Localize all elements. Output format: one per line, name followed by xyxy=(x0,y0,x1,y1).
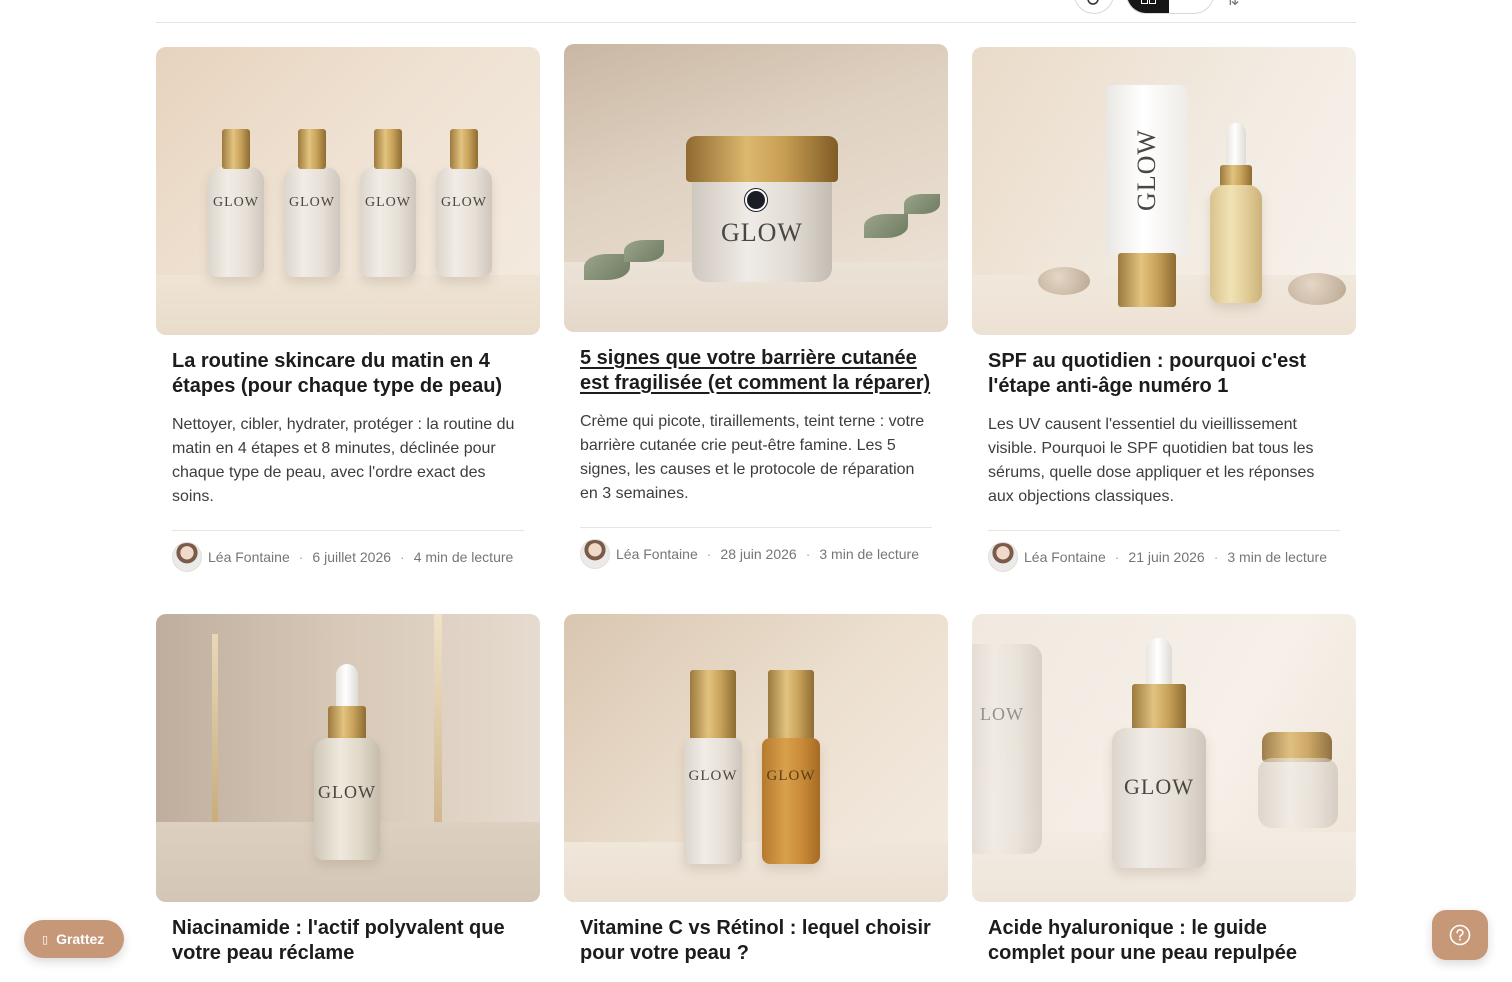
search-button[interactable] xyxy=(1074,0,1114,14)
article-meta: Léa Fontaine · 6 juillet 2026 · 4 min de… xyxy=(172,530,524,572)
article-card[interactable]: GLOW GLOW Vitamine C vs Rétinol : lequel… xyxy=(564,614,948,966)
article-title[interactable]: 5 signes que votre barrière cutanée est … xyxy=(580,346,932,396)
article-image[interactable]: GLOW xyxy=(972,47,1356,335)
article-image[interactable]: GLOW xyxy=(564,44,948,332)
author-name: Léa Fontaine xyxy=(1024,549,1106,565)
help-button[interactable] xyxy=(1432,910,1488,960)
article-date: 6 juillet 2026 xyxy=(312,549,392,565)
help-icon xyxy=(1449,924,1471,946)
article-card[interactable]: GLOW SPF au quotidien : pourquoi c'est l… xyxy=(972,47,1356,572)
article-meta: Léa Fontaine · 28 juin 2026 · 3 min de l… xyxy=(580,527,932,569)
article-date: 21 juin 2026 xyxy=(1128,549,1205,565)
read-time: 3 min de lecture xyxy=(819,546,919,562)
grattez-label: Grattez xyxy=(56,931,105,947)
list-view-button[interactable] xyxy=(1169,0,1213,13)
article-excerpt: Nettoyer, cibler, hydrater, protéger : l… xyxy=(172,416,515,505)
cursor-pointer xyxy=(745,189,767,211)
article-meta: Léa Fontaine · 21 juin 2026 · 3 min de l… xyxy=(988,530,1340,572)
article-card[interactable]: GLOW GLOW GLOW GLOW La routine skincare … xyxy=(156,47,540,572)
sort-icon[interactable]: ⇅ xyxy=(1226,0,1239,10)
article-title[interactable]: Acide hyaluronique : le guide complet po… xyxy=(988,916,1340,966)
article-card[interactable]: GLOW Niacinamide : l'actif polyvalent qu… xyxy=(156,614,540,966)
grid-view-icon xyxy=(1141,0,1148,4)
grid-view-icon xyxy=(1149,0,1156,4)
author-name: Léa Fontaine xyxy=(616,546,698,562)
view-toggle xyxy=(1126,0,1214,14)
author-avatar xyxy=(172,542,202,572)
toolbar: ⇅ xyxy=(156,0,1356,23)
article-card[interactable]: LOW GLOW Acide hyaluronique : le guide c… xyxy=(972,614,1356,966)
author-name: Léa Fontaine xyxy=(208,549,290,565)
article-card[interactable]: GLOW 5 signes que votre barrière cutanée… xyxy=(564,44,948,569)
author-avatar xyxy=(988,542,1018,572)
article-excerpt: Crème qui picote, tiraillements, teint t… xyxy=(580,413,925,502)
article-title[interactable]: Niacinamide : l'actif polyvalent que vot… xyxy=(172,916,524,966)
article-date: 28 juin 2026 xyxy=(720,546,797,562)
article-excerpt: Les UV causent l'essentiel du vieillisse… xyxy=(988,416,1315,505)
article-title[interactable]: La routine skincare du matin en 4 étapes… xyxy=(172,349,524,399)
article-image[interactable]: GLOW GLOW GLOW GLOW xyxy=(156,47,540,335)
article-image[interactable]: GLOW xyxy=(156,614,540,902)
article-image[interactable]: GLOW GLOW xyxy=(564,614,948,902)
search-icon xyxy=(1087,0,1099,5)
grattez-button[interactable]: ▯ Grattez xyxy=(24,920,125,958)
article-title[interactable]: SPF au quotidien : pourquoi c'est l'étap… xyxy=(988,349,1340,399)
article-title[interactable]: Vitamine C vs Rétinol : lequel choisir p… xyxy=(580,916,932,966)
gift-icon: ▯ xyxy=(42,933,49,946)
read-time: 3 min de lecture xyxy=(1227,549,1327,565)
article-image[interactable]: LOW GLOW xyxy=(972,614,1356,902)
author-avatar xyxy=(580,539,610,569)
grid-view-button[interactable] xyxy=(1127,0,1169,13)
read-time: 4 min de lecture xyxy=(413,549,514,565)
